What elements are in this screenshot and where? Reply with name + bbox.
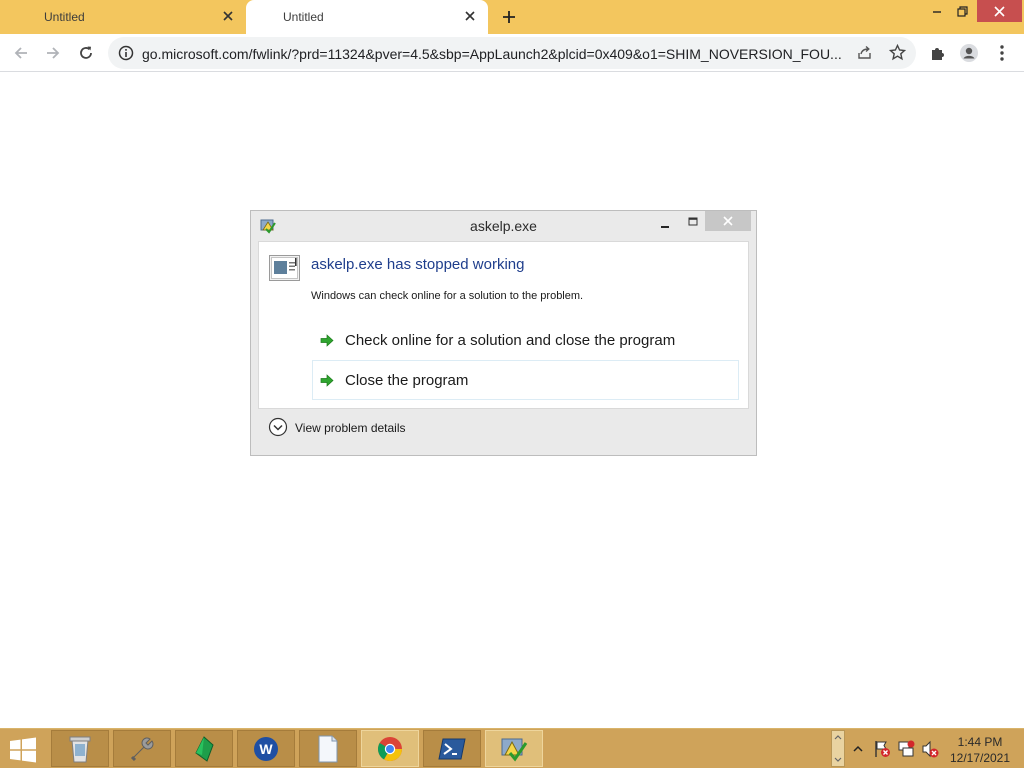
tab-close-icon[interactable] [462,8,478,24]
wrench-icon [130,737,154,761]
back-arrow-icon [14,47,27,59]
check-online-option[interactable]: Check online for a solution and close th… [312,320,739,360]
taskbar-recycle-bin[interactable] [51,730,109,767]
clock-date: 12/17/2021 [949,751,1011,765]
windows-logo-icon [10,737,36,763]
taskbar: W 1:44 PM 12/17/2021 [0,728,1024,768]
reload-button[interactable] [73,40,99,66]
profile-button[interactable] [958,42,980,64]
volume-muted-icon[interactable] [921,740,939,758]
taskbar-chrome[interactable] [361,730,419,767]
browser-toolbar: go.microsoft.com/fwlink/?prd=11324&pver=… [0,34,1024,72]
tab-untitled-2[interactable]: Untitled [246,0,488,34]
dialog-minimize-button[interactable] [655,219,675,233]
minimize-icon [933,11,941,13]
dialog-titlebar[interactable]: askelp.exe [251,211,756,241]
dialog-maximize-button[interactable] [683,215,703,229]
taskbar-scroll[interactable] [831,730,845,767]
start-button[interactable] [7,735,39,765]
restore-icon [956,5,968,17]
window-minimize-button[interactable] [924,0,950,22]
powershell-icon [438,738,466,759]
clock-time: 1:44 PM [957,735,1003,749]
taskbar-tools[interactable] [113,730,171,767]
extensions-button[interactable] [926,42,948,64]
tab-untitled-1[interactable]: Untitled [0,0,246,34]
plus-icon [503,11,515,23]
taskbar-clock[interactable]: 1:44 PM 12/17/2021 [944,734,1016,766]
dialog-description: Windows can check online for a solution … [311,290,584,302]
option-label: Check online for a solution and close th… [345,332,676,349]
green-arrow-icon [320,334,334,352]
wps-writer-icon: W [254,736,278,761]
dialog-content: askelp.exe has stopped working Windows c… [258,241,749,409]
minimize-icon [661,226,669,228]
error-reporting-icon [501,738,528,761]
tab-title: Untitled [44,10,85,24]
browser-menu-button[interactable] [991,42,1013,64]
kebab-menu-icon [1000,45,1004,61]
forward-button[interactable] [40,40,66,66]
forward-arrow-icon [47,47,60,59]
tab-close-icon[interactable] [220,8,236,24]
new-tab-button[interactable] [499,7,519,27]
show-hidden-icons-button[interactable] [849,740,867,758]
notepad-icon [318,735,338,762]
chevron-up-icon [853,745,863,752]
network-icon[interactable] [897,740,915,758]
chrome-icon [377,736,402,761]
chevron-down-circle-icon[interactable] [268,417,288,442]
dialog-footer: View problem details [258,409,749,447]
tab-strip: Untitled Untitled [0,0,1024,34]
option-label: Close the program [345,372,469,389]
taskbar-notepad[interactable] [299,730,357,767]
back-button[interactable] [8,40,34,66]
site-info-icon[interactable] [118,45,134,66]
puzzle-piece-icon [931,47,944,60]
scroll-arrows-icon [834,735,842,762]
action-center-icon[interactable] [873,740,891,758]
svg-text:W: W [259,741,273,757]
maximize-icon [688,217,698,226]
dialog-title: askelp.exe [470,218,537,234]
avatar-icon [960,44,978,62]
taskbar-wps-writer[interactable]: W [237,730,295,767]
error-dialog: askelp.exe askelp.exe has stopped workin… [250,210,757,456]
window-close-button[interactable] [977,0,1022,22]
bookmark-star-icon[interactable] [888,43,907,66]
dialog-heading: askelp.exe has stopped working [311,256,525,273]
reload-icon [80,46,92,59]
program-window-icon [269,255,300,286]
taskbar-error-reporting[interactable] [485,730,543,767]
green-arrow-icon [320,374,334,392]
address-bar[interactable]: go.microsoft.com/fwlink/?prd=11324&pver=… [108,37,916,69]
close-program-option[interactable]: Close the program [312,360,739,400]
close-icon [994,5,1005,17]
taskbar-powershell[interactable] [423,730,481,767]
recycle-bin-icon [69,736,91,762]
green-gem-icon [195,735,214,762]
tab-title: Untitled [283,10,324,24]
taskbar-green-app[interactable] [175,730,233,767]
window-restore-button[interactable] [950,0,974,22]
share-icon[interactable] [856,44,873,66]
dialog-close-button[interactable] [705,211,751,231]
close-icon [723,216,733,226]
view-details-link[interactable]: View problem details [295,421,406,435]
url-text[interactable]: go.microsoft.com/fwlink/?prd=11324&pver=… [142,46,842,62]
